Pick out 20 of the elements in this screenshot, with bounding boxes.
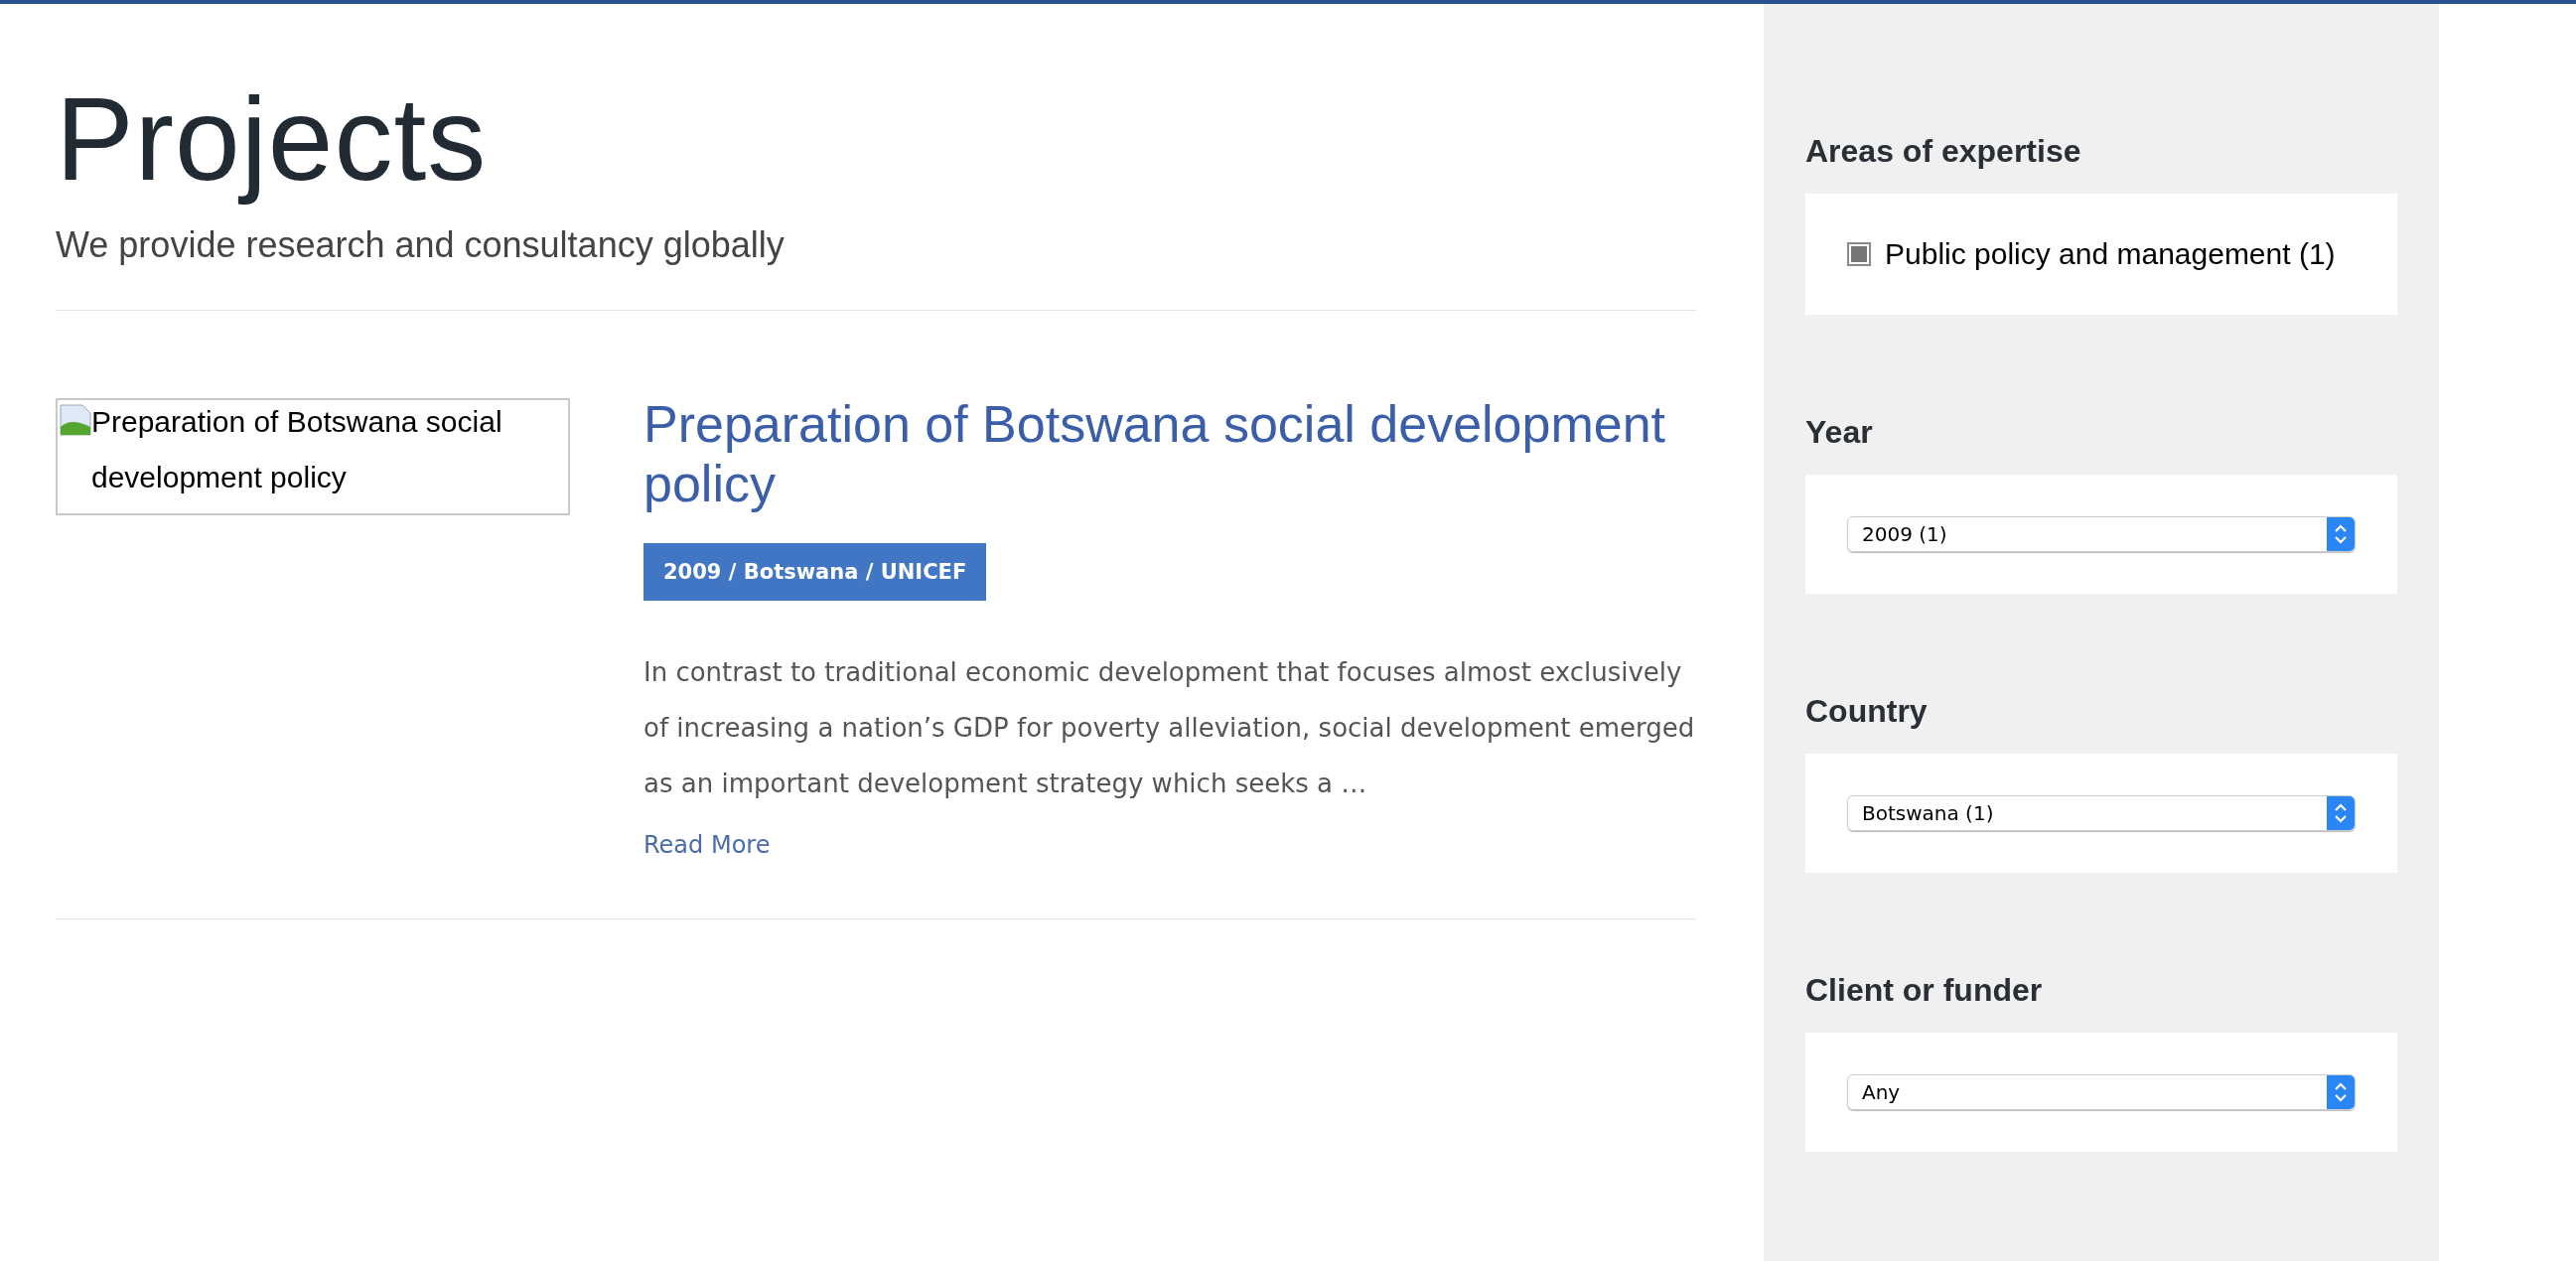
image-alt-text: Preparation of Botswana social development policy (91, 403, 503, 495)
select-field[interactable]: Botswana (1) (1847, 795, 2356, 831)
read-more-link[interactable]: Read More (644, 830, 771, 859)
filter-heading: Areas of expertise (1805, 133, 2082, 170)
filter-heading: Year (1805, 414, 1874, 451)
project-title[interactable]: Preparation of Botswana social development policy (644, 393, 1696, 513)
filter-heading: Country (1805, 693, 1929, 730)
checkbox[interactable] (1847, 242, 1871, 266)
checkbox-label: Public policy and management (1) (1885, 237, 2336, 271)
chevron-updown-icon (2327, 517, 2355, 551)
chevron-updown-icon (2327, 1075, 2355, 1109)
page-title: Projects (56, 75, 489, 205)
filter-heading: Client or funder (1805, 972, 2044, 1009)
project-excerpt: In contrast to traditional economic development that focuses almost exclusively of increasing a nation’s GDP for poverty alleviation, social development emerged as an important development strategy which seeks a … (644, 655, 1696, 800)
chevron-updown-icon (2327, 796, 2355, 830)
select-field[interactable]: 2009 (1) (1847, 516, 2356, 552)
select-field[interactable]: Any (1847, 1074, 2356, 1110)
project-tag: 2009 / Botswana / UNICEF (644, 542, 987, 601)
page-subtitle: We provide research and consultancy globally (56, 223, 786, 266)
broken-image-icon (60, 403, 91, 436)
